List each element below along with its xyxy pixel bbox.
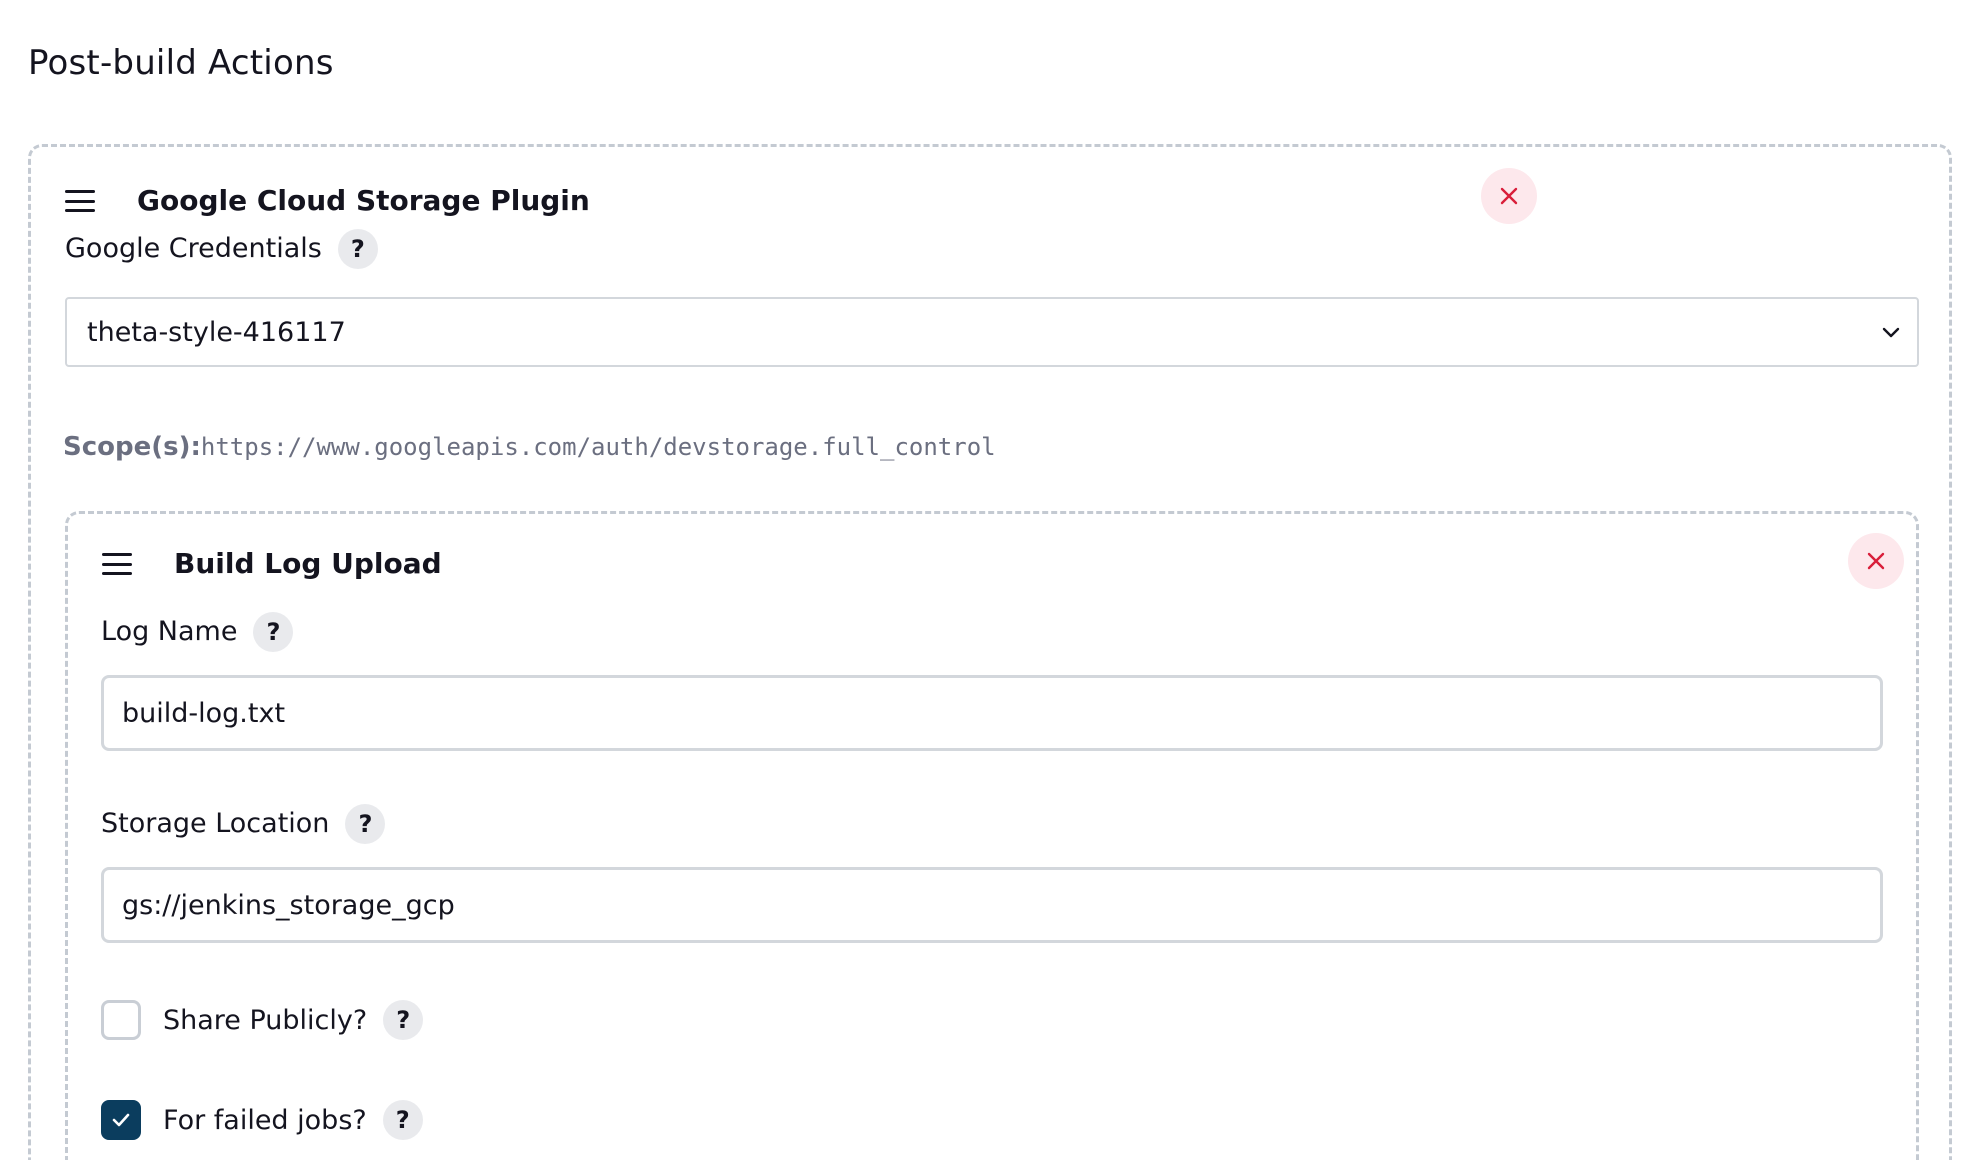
scope-line: Scope(s): https://www.googleapis.com/aut…	[63, 432, 996, 462]
gcs-plugin-chunk: Google Cloud Storage Plugin Google Crede…	[28, 144, 1952, 1160]
share-publicly-label: Share Publicly?	[163, 1004, 368, 1036]
gcs-plugin-header: Google Cloud Storage Plugin	[65, 173, 590, 229]
build-log-upload-header: Build Log Upload	[102, 536, 442, 592]
share-publicly-row: Share Publicly? ?	[101, 1000, 424, 1040]
failed-jobs-label: For failed jobs?	[163, 1104, 367, 1136]
checkmark-icon	[112, 1113, 130, 1127]
log-name-label-text: Log Name	[101, 616, 238, 647]
close-icon	[1867, 552, 1885, 570]
failed-jobs-checkbox[interactable]	[101, 1100, 141, 1140]
close-icon	[1500, 187, 1518, 205]
build-log-upload-chunk: Build Log Upload Log Name ? Storage Loca…	[65, 511, 1919, 1160]
storage-location-input[interactable]	[101, 867, 1883, 943]
storage-location-label: Storage Location ?	[101, 804, 386, 844]
help-icon[interactable]: ?	[345, 804, 386, 844]
page: Post-build Actions Google Cloud Storage …	[0, 0, 1984, 1160]
scope-label: Scope(s):	[63, 432, 201, 462]
google-credentials-selected: theta-style-416117	[87, 316, 346, 348]
drag-handle-icon[interactable]	[102, 553, 132, 575]
failed-jobs-row: For failed jobs? ?	[101, 1100, 423, 1140]
help-icon[interactable]: ?	[383, 1000, 424, 1040]
log-name-label: Log Name ?	[101, 612, 294, 652]
log-name-input[interactable]	[101, 675, 1883, 751]
storage-location-label-text: Storage Location	[101, 808, 330, 839]
delete-gcs-plugin-button[interactable]	[1481, 168, 1537, 224]
google-credentials-label: Google Credentials ?	[65, 229, 378, 269]
help-icon[interactable]: ?	[337, 229, 378, 269]
section-title: Post-build Actions	[28, 43, 334, 83]
drag-handle-icon[interactable]	[65, 190, 95, 212]
google-credentials-label-text: Google Credentials	[65, 233, 322, 264]
help-icon[interactable]: ?	[253, 612, 294, 652]
share-publicly-checkbox[interactable]	[101, 1000, 141, 1040]
google-credentials-select[interactable]: theta-style-416117	[65, 297, 1919, 367]
chevron-down-icon	[1882, 327, 1900, 338]
gcs-plugin-title: Google Cloud Storage Plugin	[137, 184, 590, 217]
scope-value: https://www.googleapis.com/auth/devstora…	[200, 433, 996, 461]
build-log-upload-title: Build Log Upload	[174, 547, 442, 580]
help-icon[interactable]: ?	[382, 1100, 423, 1140]
delete-build-log-upload-button[interactable]	[1848, 533, 1904, 589]
